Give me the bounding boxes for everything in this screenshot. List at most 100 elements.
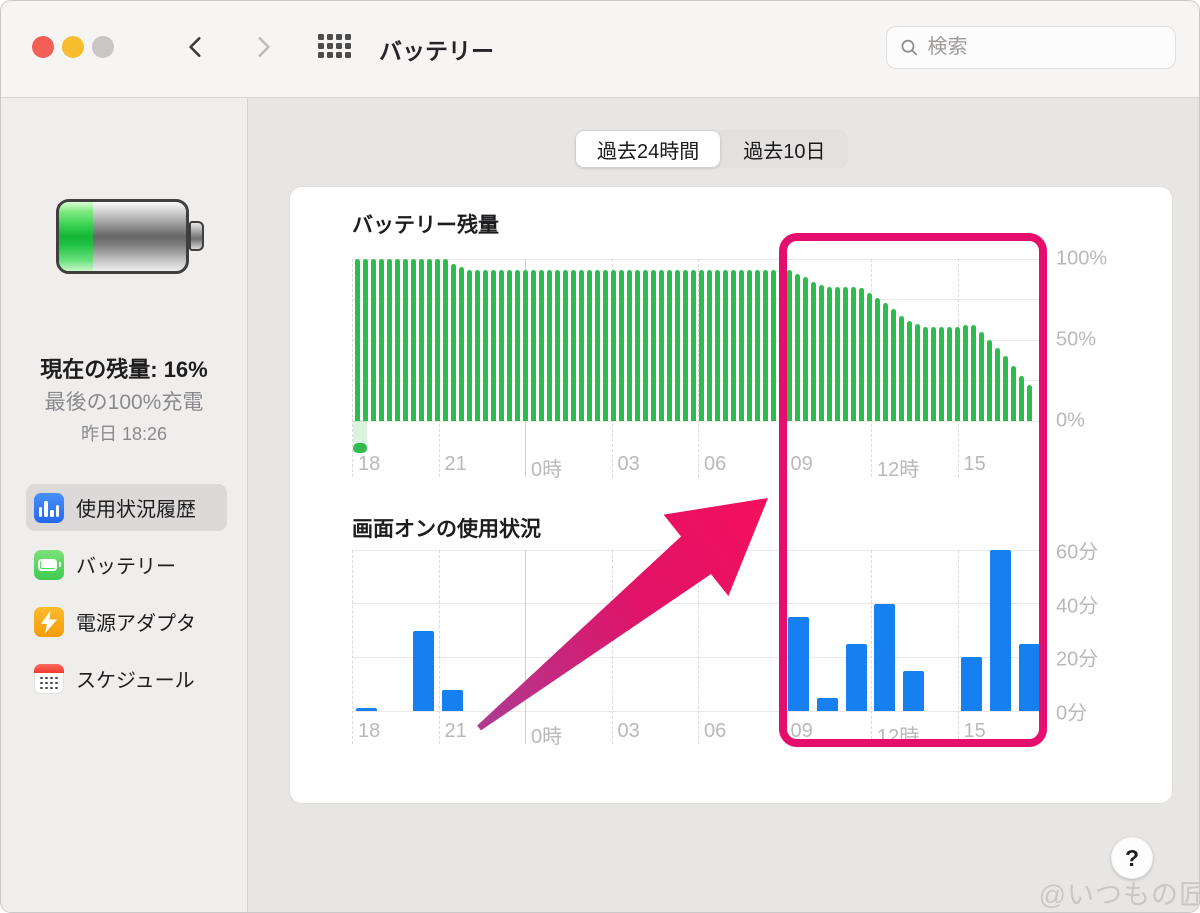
tab-past-24-hours[interactable]: 過去24時間 — [575, 130, 721, 168]
battery-level-bar — [915, 324, 920, 421]
battery-level-bar — [1003, 356, 1008, 421]
forward-button[interactable] — [246, 31, 280, 63]
search-field[interactable] — [886, 26, 1176, 69]
gridline-vertical — [958, 550, 959, 744]
battery-level-bar — [971, 325, 976, 421]
gridline-vertical — [871, 550, 872, 744]
sidebar-item-usage-history[interactable]: 使用状況履歴 — [26, 484, 227, 531]
battery-preferences-window: バッテリー 現在の残量: 16% 最後の100%充電 昨日 18:26 使用状況… — [0, 0, 1200, 913]
battery-level-bar — [387, 259, 392, 421]
battery-level-bar — [459, 267, 464, 421]
battery-level-bar — [955, 327, 960, 421]
battery-level-bar — [763, 270, 768, 421]
battery-level-bar — [779, 270, 784, 421]
screen-usage-bar — [874, 604, 895, 711]
sidebar-item-power-adapter[interactable]: 電源アダプタ — [26, 598, 227, 645]
screen-usage-bar — [961, 657, 982, 711]
chevron-left-icon — [183, 33, 209, 61]
screen-usage-chart: 18210時03060912時1560分40分20分0分 — [352, 550, 1040, 711]
battery-level-bar — [571, 270, 576, 421]
x-axis-label: 0時 — [531, 720, 562, 749]
sidebar-item-battery[interactable]: バッテリー — [26, 541, 227, 588]
x-axis-label: 0時 — [531, 453, 562, 482]
battery-level-bar — [595, 270, 600, 421]
x-axis-label: 03 — [618, 720, 640, 743]
sidebar: 現在の残量: 16% 最後の100%充電 昨日 18:26 使用状況履歴 バッテ… — [1, 98, 248, 913]
battery-level-bar — [419, 259, 424, 421]
battery-level-bar — [923, 327, 928, 421]
x-axis-label: 18 — [358, 720, 380, 743]
x-axis-label: 03 — [618, 453, 640, 476]
battery-level-bar — [627, 270, 632, 421]
usage-history-icon — [34, 493, 64, 523]
battery-level-bar — [379, 259, 384, 421]
back-button[interactable] — [179, 31, 213, 63]
battery-level-bar — [747, 270, 752, 421]
battery-level-bar — [691, 270, 696, 421]
x-axis-label: 09 — [791, 453, 813, 476]
battery-level-bar — [827, 287, 832, 421]
gridline-horizontal — [352, 550, 1040, 551]
battery-level-bar — [539, 270, 544, 421]
battery-level-bar — [411, 259, 416, 421]
battery-level-bar — [451, 264, 456, 421]
battery-level-bar — [643, 270, 648, 421]
battery-level-bar — [507, 270, 512, 421]
show-all-grid-icon[interactable] — [318, 34, 351, 58]
last-full-charge-time: 昨日 18:26 — [1, 420, 247, 446]
screen-usage-bar — [356, 708, 377, 711]
x-axis-label: 15 — [964, 720, 986, 743]
screen-usage-bar — [903, 671, 924, 711]
battery-level-bar — [555, 270, 560, 421]
current-charge-label: 現在の残量: 16% — [1, 352, 247, 384]
power-adapter-icon — [34, 607, 64, 637]
y-axis-label: 0分 — [1056, 697, 1087, 726]
search-input[interactable] — [928, 36, 1163, 59]
battery-level-chart: 18210時03060912時15100%50%0% — [352, 259, 1040, 421]
battery-level-bar — [363, 259, 368, 421]
battery-level-bar — [931, 327, 936, 421]
sidebar-item-schedule[interactable]: スケジュール — [26, 655, 227, 702]
toolbar: バッテリー — [1, 1, 1199, 98]
gridline-horizontal — [352, 603, 1040, 604]
zoom-button[interactable] — [92, 36, 114, 58]
battery-level-bar — [1011, 366, 1016, 421]
battery-level-bar — [995, 348, 1000, 421]
battery-level-bar — [819, 285, 824, 421]
battery-level-bar — [1027, 385, 1032, 421]
battery-level-bar — [547, 270, 552, 421]
battery-level-bar — [843, 287, 848, 421]
battery-level-bar — [427, 259, 432, 421]
minimize-button[interactable] — [62, 36, 84, 58]
battery-level-bar — [875, 298, 880, 421]
x-axis-label: 06 — [704, 453, 726, 476]
battery-level-bar — [563, 270, 568, 421]
battery-level-bar — [475, 270, 480, 421]
battery-level-bar — [403, 259, 408, 421]
screen-usage-bar — [413, 631, 434, 712]
battery-level-bar — [579, 270, 584, 421]
x-axis-label: 12時 — [877, 720, 919, 749]
time-range-segmented-control: 過去24時間 過去10日 — [575, 130, 848, 168]
battery-level-bar — [523, 270, 528, 421]
battery-level-bar — [659, 270, 664, 421]
y-axis-label: 100% — [1056, 248, 1107, 271]
gridline-horizontal — [352, 657, 1040, 658]
gridline-vertical — [612, 550, 613, 744]
battery-level-bar — [635, 270, 640, 421]
tab-past-10-days[interactable]: 過去10日 — [721, 130, 847, 168]
screen-usage-bar — [846, 644, 867, 711]
battery-level-bar — [867, 293, 872, 421]
close-button[interactable] — [32, 36, 54, 58]
battery-level-bar — [987, 340, 992, 421]
battery-level-bar — [731, 270, 736, 421]
battery-level-bar — [371, 259, 376, 421]
y-axis-label: 0% — [1056, 410, 1085, 433]
battery-level-bar — [499, 270, 504, 421]
battery-level-bar — [443, 259, 448, 421]
gridline-horizontal — [352, 259, 1040, 260]
battery-level-bar — [483, 270, 488, 421]
screen-usage-chart-title: 画面オンの使用状況 — [352, 513, 541, 543]
battery-level-bar — [707, 270, 712, 421]
last-full-charge-label: 最後の100%充電 — [1, 386, 247, 416]
